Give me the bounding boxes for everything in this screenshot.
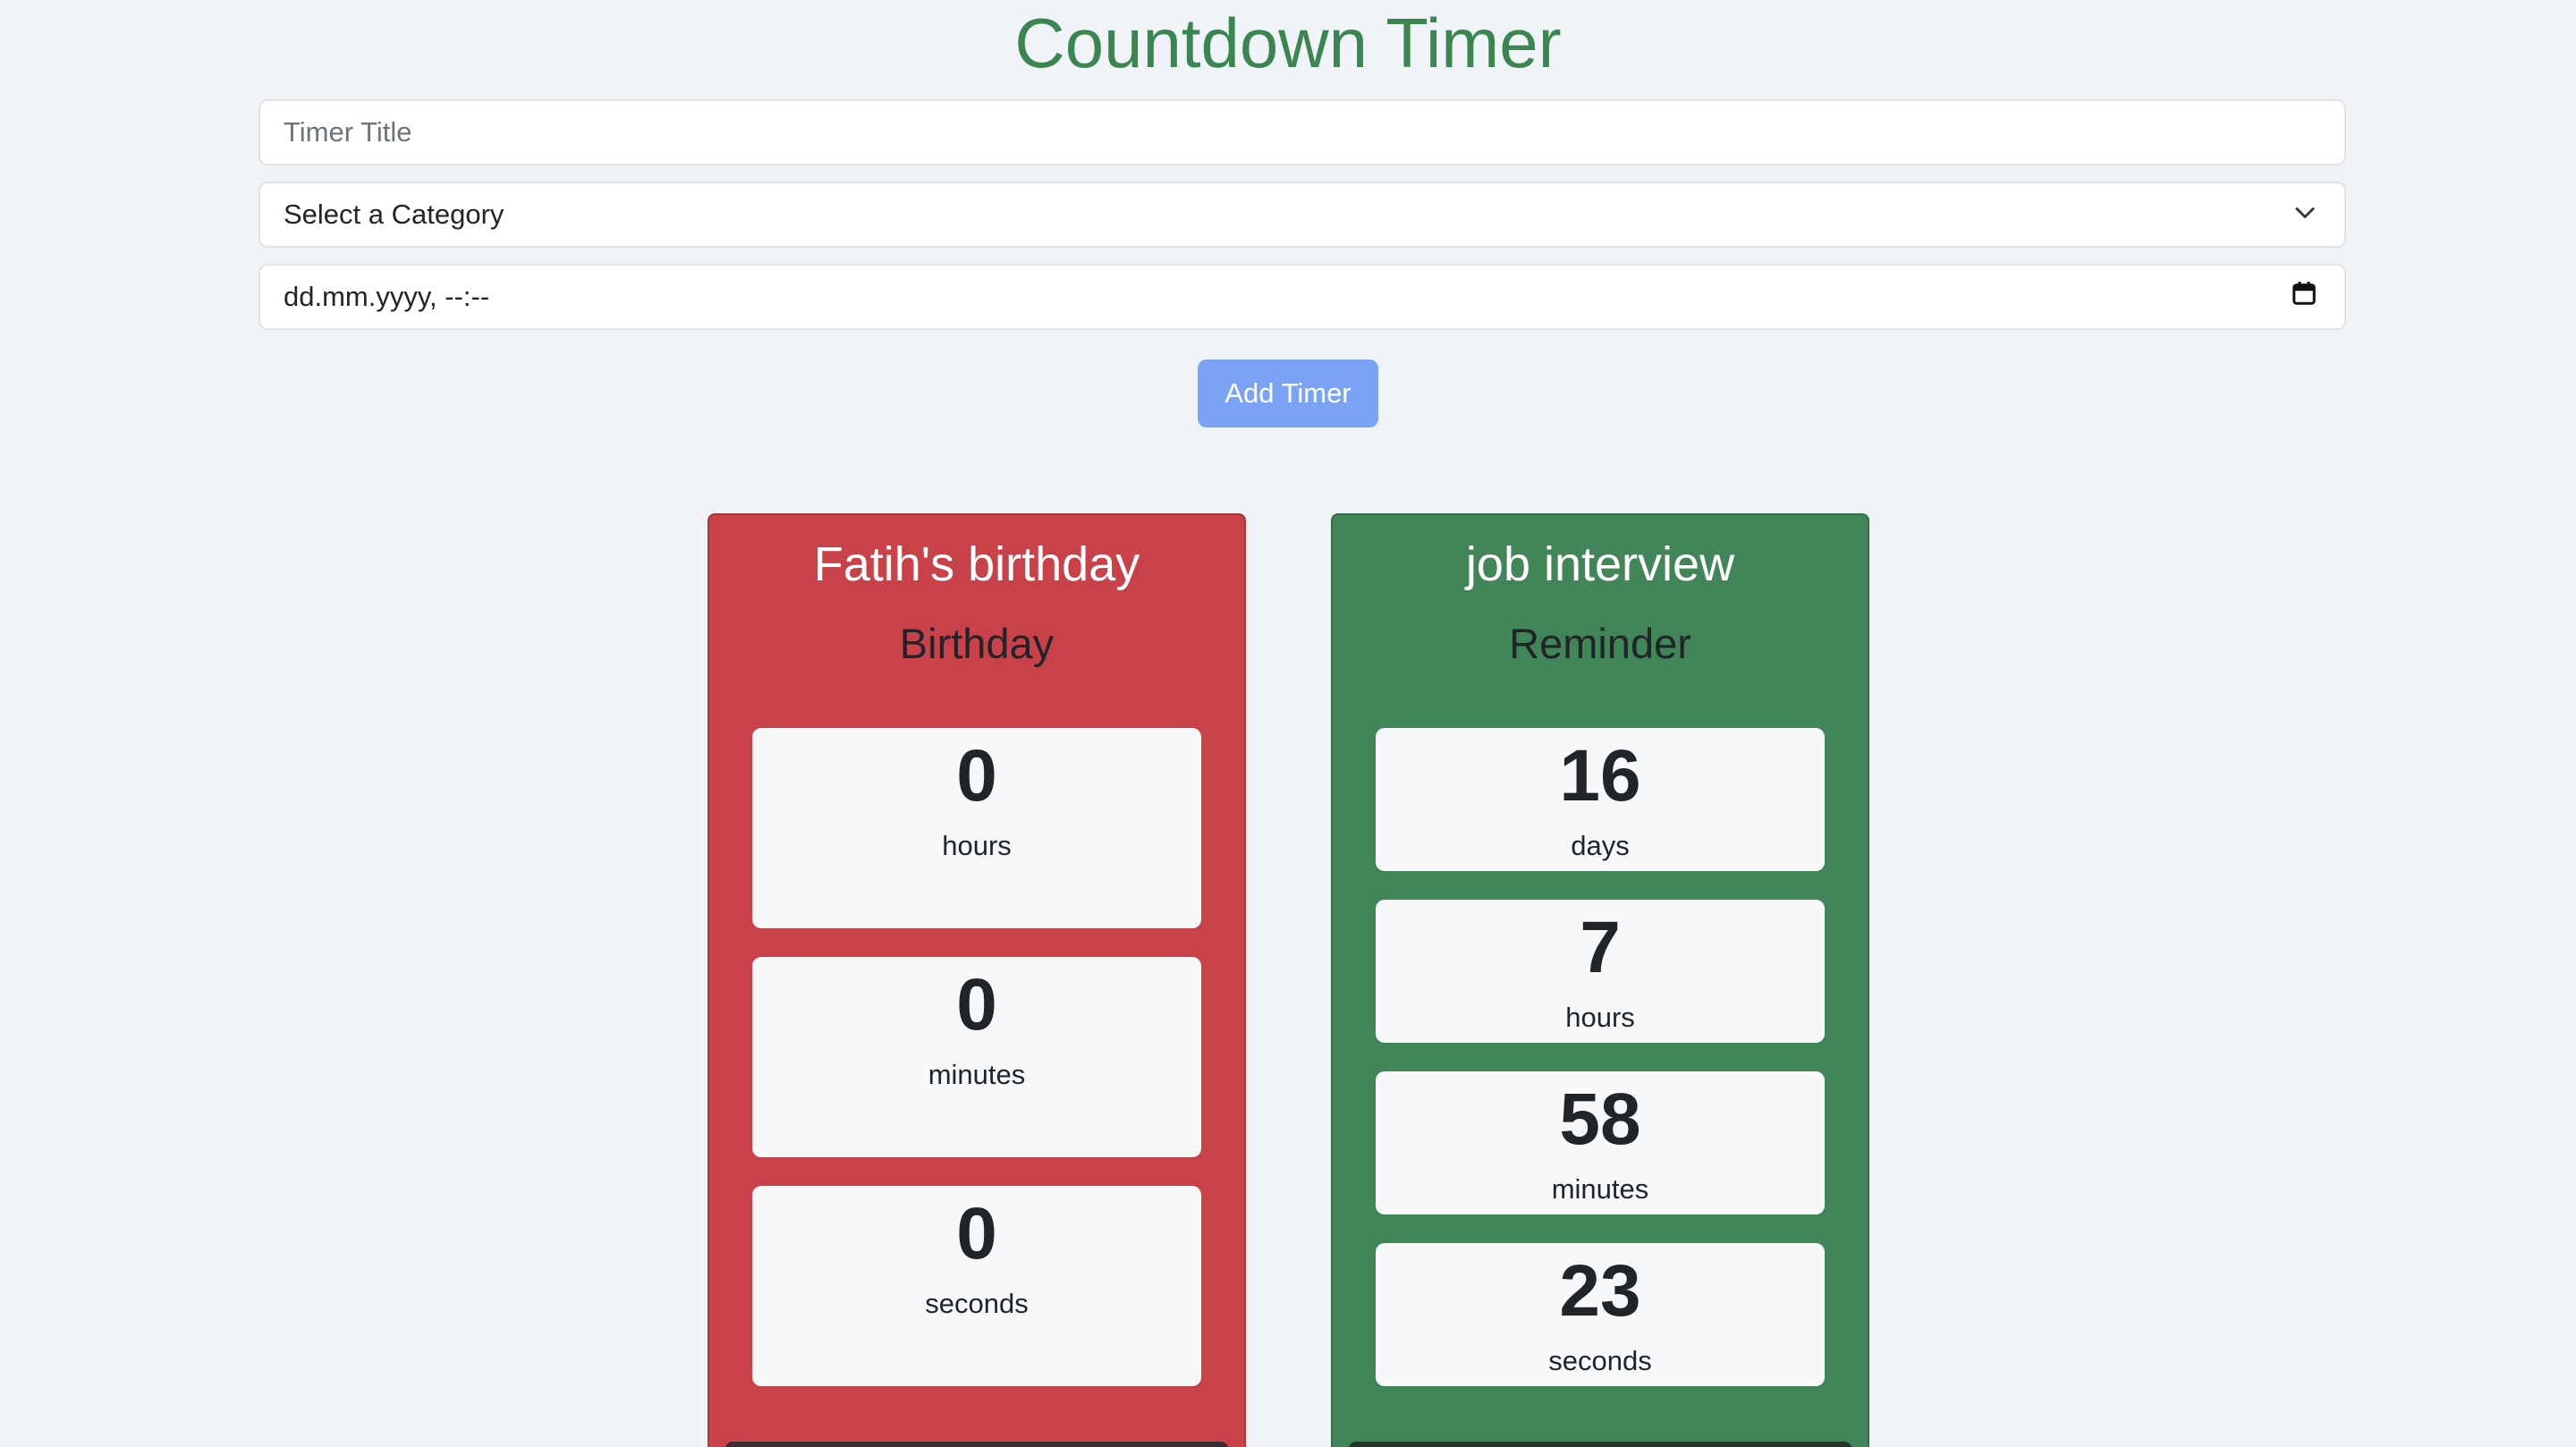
- countdown-unit-seconds: 0 seconds: [752, 1186, 1201, 1386]
- timer-action-button[interactable]: [725, 1442, 1228, 1447]
- unit-value: 16: [1559, 735, 1641, 817]
- timer-category: Reminder: [1509, 620, 1691, 667]
- calendar-icon[interactable]: [2291, 280, 2321, 314]
- timer-title: job interview: [1465, 537, 1735, 591]
- timer-title-input[interactable]: [284, 116, 2321, 148]
- unit-label: hours: [1565, 1002, 1635, 1033]
- unit-value: 0: [956, 1193, 997, 1274]
- countdown-unit-hours: 7 hours: [1376, 900, 1825, 1043]
- chevron-down-icon: [2294, 199, 2321, 231]
- timer-title: Fatih's birthday: [813, 537, 1140, 591]
- category-select[interactable]: Select a Category: [258, 182, 2346, 248]
- unit-label: days: [1571, 830, 1630, 861]
- unit-value: 0: [956, 735, 997, 817]
- datetime-placeholder: dd.mm.yyyy, --:--: [284, 281, 490, 312]
- unit-label: minutes: [1551, 1173, 1649, 1205]
- countdown-app: Countdown Timer Select a Category dd.mm.…: [0, 0, 2576, 1447]
- unit-value: 23: [1559, 1250, 1641, 1332]
- countdown-unit-hours: 0 hours: [752, 728, 1201, 928]
- add-timer-button[interactable]: Add Timer: [1198, 360, 1378, 427]
- countdown-unit-days: 16 days: [1376, 728, 1825, 871]
- page-title: Countdown Timer: [1014, 4, 1562, 82]
- unit-value: 7: [1580, 907, 1621, 988]
- timer-category: Birthday: [899, 620, 1055, 667]
- unit-value: 0: [956, 964, 997, 1045]
- timer-card: Fatih's birthday Birthday 0 hours 0 minu…: [708, 513, 1246, 1447]
- datetime-field[interactable]: dd.mm.yyyy, --:--: [258, 264, 2346, 330]
- timer-card: job interview Reminder 16 days 7 hours 5…: [1331, 513, 1869, 1447]
- countdown-unit-minutes: 0 minutes: [752, 957, 1201, 1157]
- unit-label: seconds: [925, 1288, 1029, 1319]
- timer-action-button[interactable]: [1349, 1442, 1852, 1447]
- countdown-unit-minutes: 58 minutes: [1376, 1071, 1825, 1214]
- unit-label: hours: [942, 830, 1012, 861]
- unit-label: seconds: [1548, 1345, 1652, 1376]
- timer-title-field[interactable]: [258, 99, 2346, 165]
- countdown-unit-seconds: 23 seconds: [1376, 1243, 1825, 1386]
- category-selected-value: Select a Category: [284, 199, 504, 230]
- unit-label: minutes: [928, 1059, 1026, 1090]
- unit-value: 58: [1559, 1079, 1641, 1160]
